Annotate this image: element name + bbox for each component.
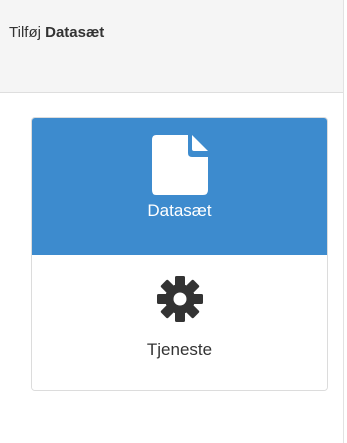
panel-title: Tilføj Datasæt — [9, 24, 104, 41]
add-dataset-panel: Tilføj Datasæt Datasæt Tjeneste — [0, 0, 344, 443]
document-icon — [151, 135, 208, 195]
title-emphasis: Datasæt — [45, 24, 105, 41]
dataset-option[interactable]: Datasæt — [32, 118, 327, 255]
panel-header: Tilføj Datasæt — [0, 0, 343, 93]
dataset-option-label: Datasæt — [147, 201, 212, 220]
title-prefix: Tilføj — [9, 24, 41, 41]
service-option[interactable]: Tjeneste — [32, 255, 327, 390]
service-option-label: Tjeneste — [146, 340, 213, 359]
type-choice-list: Datasæt Tjeneste — [31, 117, 328, 391]
gear-icon — [156, 276, 203, 322]
